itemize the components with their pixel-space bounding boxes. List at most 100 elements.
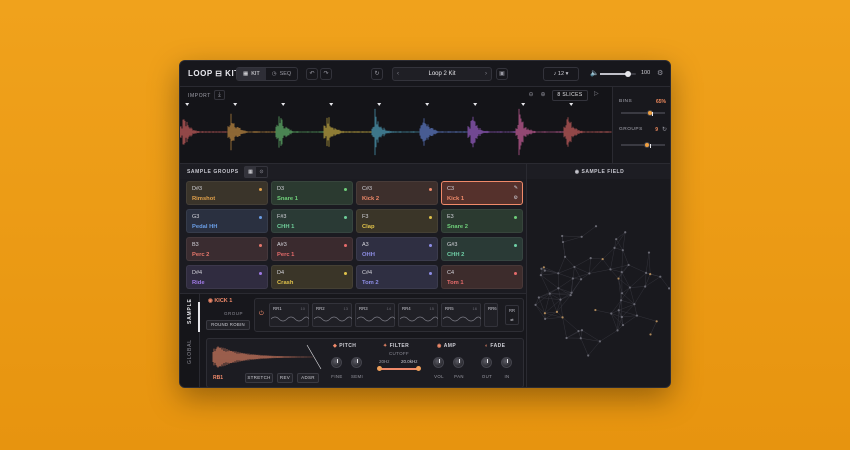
rr-shuffle-button[interactable]: RR ⇄ xyxy=(505,305,519,325)
stretch-button[interactable]: STRETCH xyxy=(245,373,273,383)
field-point[interactable] xyxy=(598,340,602,343)
import-icon[interactable]: ⤓ xyxy=(214,90,225,100)
round-robin-button[interactable]: ROUND ROBIN xyxy=(206,320,250,330)
field-point[interactable] xyxy=(589,257,592,260)
cutoff-low-handle[interactable] xyxy=(377,366,382,371)
slice-marker[interactable] xyxy=(281,103,286,106)
field-point[interactable] xyxy=(588,272,591,275)
slice-marker[interactable] xyxy=(473,103,478,106)
sample-pad[interactable]: D#3 Rimshot xyxy=(186,181,268,205)
grid-view-icon[interactable]: ▦ xyxy=(245,167,256,177)
volume-slider[interactable] xyxy=(600,71,636,77)
field-point[interactable] xyxy=(613,246,616,249)
sample-pad[interactable]: D#4 Ride xyxy=(186,265,268,289)
tab-global[interactable]: GLOBAL xyxy=(187,339,193,364)
field-point[interactable] xyxy=(534,303,537,306)
rr-cell[interactable]: RR4 15 xyxy=(398,303,438,327)
field-point[interactable] xyxy=(624,231,627,234)
field-point[interactable] xyxy=(540,267,543,270)
sample-pad[interactable]: E3 Snare 2 xyxy=(441,209,523,233)
sample-pad[interactable]: D4 Crash xyxy=(271,265,353,289)
kit-selector[interactable]: ‹ Loop 2 Kit › xyxy=(392,67,492,81)
tab-seq[interactable]: ◷ SEQ xyxy=(266,68,297,80)
field-point[interactable] xyxy=(659,275,662,278)
prev-kit-icon[interactable]: ‹ xyxy=(397,68,399,80)
field-point[interactable] xyxy=(617,277,620,280)
field-point[interactable] xyxy=(616,329,619,332)
next-kit-icon[interactable]: › xyxy=(485,68,487,80)
sample-field-plot[interactable] xyxy=(527,179,671,388)
save-icon[interactable]: ▣ xyxy=(496,68,508,80)
field-point[interactable] xyxy=(573,265,576,269)
reverse-button[interactable]: REV xyxy=(277,373,293,383)
slice-marker[interactable] xyxy=(329,103,334,106)
gear-icon[interactable]: ⚙ xyxy=(657,69,663,77)
tab-sample[interactable]: SAMPLE xyxy=(187,298,193,324)
field-point[interactable] xyxy=(563,255,567,258)
field-point[interactable] xyxy=(587,354,590,357)
field-point[interactable] xyxy=(609,268,612,271)
sample-pad[interactable]: G3 Pedal HH xyxy=(186,209,268,233)
field-point[interactable] xyxy=(619,299,623,302)
field-point[interactable] xyxy=(542,266,545,269)
groups-knob[interactable] xyxy=(644,142,651,148)
field-point[interactable] xyxy=(571,277,574,280)
sample-pad[interactable]: F#3 CHH 1 xyxy=(271,209,353,233)
field-point[interactable] xyxy=(594,308,597,312)
field-point[interactable] xyxy=(594,225,598,228)
redo-icon[interactable]: ↷ xyxy=(320,68,332,80)
field-point[interactable] xyxy=(561,234,564,238)
field-point[interactable] xyxy=(579,337,582,340)
field-point[interactable] xyxy=(569,294,572,297)
vol-knob[interactable] xyxy=(433,357,444,368)
rr-cell[interactable]: RR6 xyxy=(484,303,498,327)
sample-field[interactable] xyxy=(526,179,671,388)
slice-marker[interactable] xyxy=(521,103,526,106)
field-point[interactable] xyxy=(555,310,559,313)
field-point[interactable] xyxy=(543,269,546,272)
field-point[interactable] xyxy=(561,316,564,319)
bins-slider[interactable] xyxy=(621,110,665,116)
power-icon[interactable]: ⏻ xyxy=(259,311,264,318)
field-point[interactable] xyxy=(620,315,623,319)
gear-icon[interactable]: ⚙ xyxy=(514,195,518,201)
cluster-view-icon[interactable]: ⊙ xyxy=(256,167,267,177)
sample-pad[interactable]: D3 Snare 1 xyxy=(271,181,353,205)
field-point[interactable] xyxy=(577,329,580,333)
refresh-icon[interactable]: ↻ xyxy=(371,68,383,80)
field-point[interactable] xyxy=(539,274,542,277)
slice-marker[interactable] xyxy=(569,103,574,106)
field-point[interactable] xyxy=(644,271,648,274)
sample-pad[interactable]: C#3 Kick 2 xyxy=(356,181,438,205)
field-point[interactable] xyxy=(635,314,639,317)
field-point[interactable] xyxy=(580,329,584,332)
field-point[interactable] xyxy=(615,238,618,241)
field-point[interactable] xyxy=(620,292,624,295)
tab-kit[interactable]: ▦ KIT xyxy=(237,68,266,80)
slices-count[interactable]: 8 SLICES xyxy=(552,90,588,101)
cutoff-high-handle[interactable] xyxy=(416,366,421,371)
fine-knob[interactable] xyxy=(331,357,342,368)
field-point[interactable] xyxy=(667,287,670,290)
refresh-icon[interactable]: ↻ xyxy=(662,126,667,133)
field-point[interactable] xyxy=(649,333,652,336)
bins-knob[interactable] xyxy=(646,110,654,116)
volume-knob[interactable] xyxy=(625,71,632,77)
field-point[interactable] xyxy=(633,303,636,306)
field-point[interactable] xyxy=(580,235,583,238)
sample-pad[interactable]: B3 Perc 2 xyxy=(186,237,268,261)
field-point[interactable] xyxy=(617,309,620,312)
zoom-out-icon[interactable]: ⊖ xyxy=(526,90,536,100)
sample-pad[interactable]: F3 Clap xyxy=(356,209,438,233)
field-point[interactable] xyxy=(579,278,583,281)
field-point[interactable] xyxy=(610,312,613,315)
sample-pad[interactable]: C3 Kick 1 ✎ ⚙ xyxy=(441,181,523,205)
field-point[interactable] xyxy=(557,287,560,290)
field-point[interactable] xyxy=(621,249,624,252)
slice-marker[interactable] xyxy=(377,103,382,106)
field-point[interactable] xyxy=(620,270,623,274)
field-point[interactable] xyxy=(655,320,658,323)
zoom-in-icon[interactable]: ⊕ xyxy=(538,90,548,100)
sample-waveform[interactable] xyxy=(211,343,323,371)
rr-cell[interactable]: RR1 10 xyxy=(269,303,309,327)
